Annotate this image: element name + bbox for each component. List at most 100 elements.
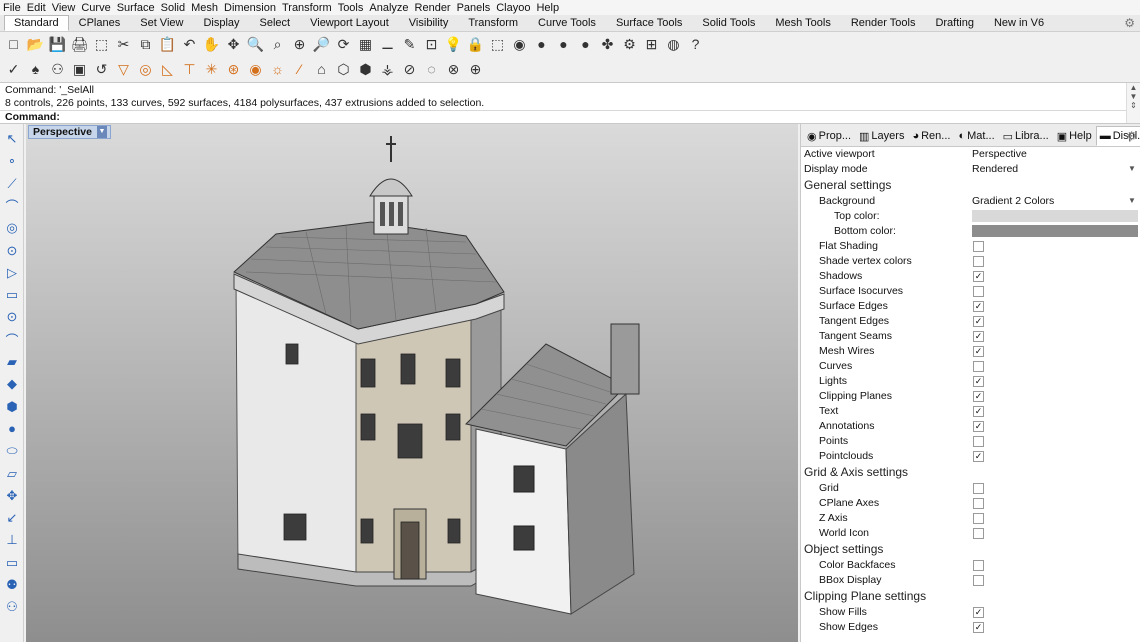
viewport-menu-arrow-icon[interactable]: ▼ (96, 126, 107, 138)
menu-item-view[interactable]: View (52, 1, 76, 15)
checkbox[interactable] (973, 498, 984, 509)
undo-icon[interactable]: ↶ (180, 35, 199, 54)
gear-icon[interactable]: ⚙ (1124, 16, 1135, 30)
pan-icon[interactable]: ✋ (202, 35, 221, 54)
checkbox[interactable]: ✓ (973, 346, 984, 357)
explode-icon[interactable]: ✳ (202, 60, 221, 79)
panel-tab-materials[interactable]: ◐ Mat... (954, 126, 998, 146)
crease-icon[interactable]: ⁄ (290, 60, 309, 79)
mesh-icon[interactable]: ▱ (3, 465, 21, 483)
surface-icon[interactable]: ▰ (3, 353, 21, 371)
mask-icon[interactable]: ⊘ (400, 60, 419, 79)
clayoo-icon[interactable]: ♠ (26, 60, 45, 79)
curve-icon[interactable]: ⌒ (3, 197, 21, 215)
globe-icon[interactable]: ◍ (664, 35, 683, 54)
checkbox[interactable]: ✓ (973, 451, 984, 462)
four-view-icon[interactable]: ▦ (356, 35, 375, 54)
sphere-mesh-icon[interactable]: ◌ (422, 60, 441, 79)
checkbox[interactable] (973, 436, 984, 447)
select-arrow-icon[interactable]: ↖ (3, 130, 21, 148)
light-icon[interactable]: 💡 (444, 35, 463, 54)
checkbox[interactable] (973, 560, 984, 571)
dimension-icon[interactable]: ⊥ (3, 531, 21, 549)
top-color-swatch[interactable] (972, 210, 1138, 222)
tab-drafting[interactable]: Drafting (925, 15, 984, 31)
add-icon[interactable]: ⊕ (466, 60, 485, 79)
tab-surface-tools[interactable]: Surface Tools (606, 15, 692, 31)
tab-select[interactable]: Select (250, 15, 301, 31)
menu-item-analyze[interactable]: Analyze (369, 1, 408, 15)
subd-icon[interactable]: ↺ (92, 60, 111, 79)
circle-tool-icon[interactable]: ◎ (3, 219, 21, 237)
zoom-selected-icon[interactable]: 🔎 (312, 35, 331, 54)
panel-tab-rendering[interactable]: ◕ Ren... (908, 126, 954, 146)
menu-item-render[interactable]: Render (415, 1, 451, 15)
box-solid-icon[interactable]: ⬢ (3, 398, 21, 416)
lock-icon[interactable]: 🔒 (466, 35, 485, 54)
cross-icon[interactable]: ⊗ (444, 60, 463, 79)
layer-icon[interactable]: ⚊ (378, 35, 397, 54)
checkbox[interactable] (973, 513, 984, 524)
options-icon[interactable]: ✤ (598, 35, 617, 54)
checkbox[interactable]: ✓ (973, 301, 984, 312)
tab-visibility[interactable]: Visibility (399, 15, 459, 31)
target-icon[interactable]: ⊛ (224, 60, 243, 79)
menu-item-surface[interactable]: Surface (117, 1, 155, 15)
checkbox[interactable]: ✓ (973, 421, 984, 432)
tab-mesh-tools[interactable]: Mesh Tools (765, 15, 840, 31)
rotate-view-icon[interactable]: ⟳ (334, 35, 353, 54)
cube-icon[interactable]: ⬡ (334, 60, 353, 79)
panel-gear-icon[interactable]: ⚙ (1126, 129, 1137, 143)
tab-new-in-v6[interactable]: New in V6 (984, 15, 1054, 31)
checkbox[interactable]: ✓ (973, 271, 984, 282)
menu-item-transform[interactable]: Transform (282, 1, 332, 15)
tab-display[interactable]: Display (193, 15, 249, 31)
bottom-color-swatch[interactable] (972, 225, 1138, 237)
zoom-icon[interactable]: 🔍 (246, 35, 265, 54)
checkbox[interactable] (973, 483, 984, 494)
zoom-window-icon[interactable]: ⌕ (268, 35, 287, 54)
extrude-surface-icon[interactable]: ◆ (3, 375, 21, 393)
background-dropdown[interactable]: Gradient 2 Colors ▼ (972, 194, 1138, 208)
checkbox[interactable] (973, 575, 984, 586)
ring-icon[interactable]: ◉ (246, 60, 265, 79)
polygon-icon[interactable]: ▷ (3, 264, 21, 282)
checkbox[interactable] (973, 361, 984, 372)
material-sphere-icon[interactable]: ● (532, 35, 551, 54)
shape-icon[interactable]: ▽ (114, 60, 133, 79)
print-icon[interactable]: 🖨 (70, 35, 89, 54)
group-icon[interactable]: ⚉ (3, 576, 21, 594)
menu-item-mesh[interactable]: Mesh (191, 1, 218, 15)
tab-curve-tools[interactable]: Curve Tools (528, 15, 606, 31)
block-icon[interactable]: ▭ (3, 554, 21, 572)
circle-icon[interactable]: ◎ (136, 60, 155, 79)
cylinder-icon[interactable]: ⬭ (3, 442, 21, 460)
render-sphere-icon[interactable]: ● (554, 35, 573, 54)
checkbox[interactable]: ✓ (973, 622, 984, 633)
checkbox[interactable] (973, 528, 984, 539)
arc-icon[interactable]: ⊙ (3, 308, 21, 326)
open-file-icon[interactable]: 📂 (26, 35, 45, 54)
box-icon[interactable]: ▣ (70, 60, 89, 79)
checkbox[interactable] (973, 286, 984, 297)
cut-icon[interactable]: ✂ (114, 35, 133, 54)
checkbox[interactable]: ✓ (973, 316, 984, 327)
import-icon[interactable]: ⬚ (92, 35, 111, 54)
checkbox[interactable] (973, 241, 984, 252)
move-view-icon[interactable]: ✥ (224, 35, 243, 54)
menu-item-edit[interactable]: Edit (27, 1, 46, 15)
menu-item-panels[interactable]: Panels (457, 1, 491, 15)
help-icon[interactable]: ? (686, 35, 705, 54)
analyze-icon[interactable]: ⚇ (3, 598, 21, 616)
display-mode-dropdown[interactable]: Rendered ▼ (972, 162, 1138, 176)
grid-snap-icon[interactable]: ⊞ (642, 35, 661, 54)
transform-tool-icon[interactable]: ✥ (3, 487, 21, 505)
command-input[interactable]: Command: (0, 110, 1126, 124)
perspective-viewport[interactable]: Perspective ▼ (26, 124, 798, 642)
menu-item-solid[interactable]: Solid (161, 1, 185, 15)
new-file-icon[interactable]: □ (4, 35, 23, 54)
settings-icon[interactable]: ⚙ (620, 35, 639, 54)
tab-cplanes[interactable]: CPlanes (69, 15, 131, 31)
properties-icon[interactable]: ✎ (400, 35, 419, 54)
polyline-icon[interactable]: ⟋ (3, 175, 21, 193)
